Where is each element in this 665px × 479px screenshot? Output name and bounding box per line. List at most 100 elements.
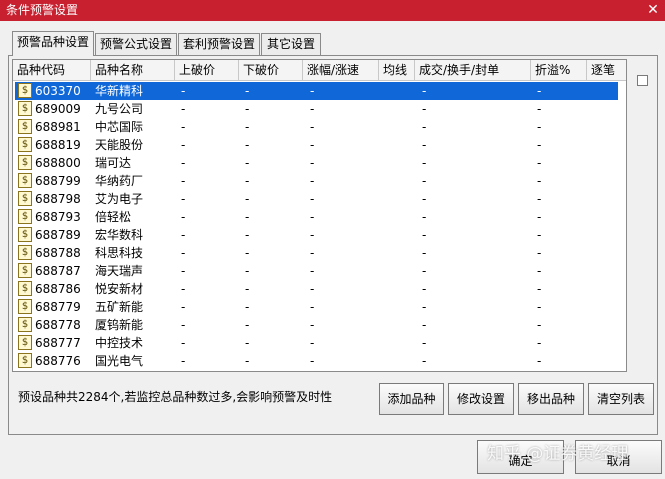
cell-change: - bbox=[310, 120, 315, 134]
table-row[interactable]: $688800 瑞可达 - - - - - bbox=[13, 154, 626, 172]
cell-lower-break: - bbox=[245, 138, 250, 152]
cell-premium: - bbox=[537, 228, 542, 242]
tab-symbol-settings[interactable]: 预警品种设置 bbox=[12, 31, 94, 56]
cell-change: - bbox=[310, 264, 315, 278]
cell-code: 688799 bbox=[35, 174, 81, 188]
table-row[interactable]: $688788 科思科技 - - - - - bbox=[13, 244, 626, 262]
stock-icon: $ bbox=[18, 299, 32, 314]
table-row[interactable]: $603370 华新精科 - - - - - bbox=[15, 82, 618, 100]
cell-turnover: - bbox=[422, 282, 427, 296]
column-header-name[interactable]: 品种名称 bbox=[91, 60, 175, 81]
column-header-turnover[interactable]: 成交/换手/封单 bbox=[415, 60, 531, 81]
table-row[interactable]: $688819 天能股份 - - - - - bbox=[13, 136, 626, 154]
stock-icon: $ bbox=[18, 209, 32, 224]
table-row[interactable]: $688793 倍轻松 - - - - - bbox=[13, 208, 626, 226]
cell-lower-break: - bbox=[245, 156, 250, 170]
table-row[interactable]: $688776 国光电气 - - - - - bbox=[13, 352, 626, 370]
cell-change: - bbox=[310, 300, 315, 314]
cell-lower-break: - bbox=[245, 354, 250, 368]
table-row[interactable]: $688778 厦钨新能 - - - - - bbox=[13, 316, 626, 334]
cell-change: - bbox=[310, 318, 315, 332]
table-row[interactable]: $688798 艾为电子 - - - - - bbox=[13, 190, 626, 208]
column-header-upper-break[interactable]: 上破价 bbox=[175, 60, 239, 81]
column-header-code[interactable]: 品种代码 bbox=[13, 60, 91, 81]
cell-code: 688779 bbox=[35, 300, 81, 314]
table-row[interactable]: $688777 中控技术 - - - - - bbox=[13, 334, 626, 352]
modify-settings-button[interactable]: 修改设置 bbox=[448, 383, 514, 415]
cell-turnover: - bbox=[422, 174, 427, 188]
cell-lower-break: - bbox=[245, 120, 250, 134]
column-header-change[interactable]: 涨幅/涨速 bbox=[303, 60, 379, 81]
cell-turnover: - bbox=[422, 228, 427, 242]
close-icon[interactable]: ✕ bbox=[644, 2, 662, 19]
cell-premium: - bbox=[537, 354, 542, 368]
cell-upper-break: - bbox=[181, 138, 186, 152]
cell-lower-break: - bbox=[245, 336, 250, 350]
stock-icon: $ bbox=[18, 245, 32, 260]
cell-change: - bbox=[310, 84, 315, 98]
column-header-ma[interactable]: 均线 bbox=[379, 60, 415, 81]
cell-change: - bbox=[310, 354, 315, 368]
stock-icon: $ bbox=[18, 227, 32, 242]
cell-name: 华纳药厂 bbox=[95, 174, 144, 188]
stock-icon: $ bbox=[18, 281, 32, 296]
table-row[interactable]: $689009 九号公司 - - - - - bbox=[13, 100, 626, 118]
stock-icon: $ bbox=[18, 137, 32, 152]
tab-arbitrage-settings[interactable]: 套利预警设置 bbox=[178, 33, 260, 55]
cell-name: 中控技术 bbox=[95, 336, 144, 350]
cell-name: 倍轻松 bbox=[95, 210, 132, 224]
cell-upper-break: - bbox=[181, 120, 186, 134]
status-text: 预设品种共2284个,若监控总品种数过多,会影响预警及时性 bbox=[18, 390, 333, 404]
cell-change: - bbox=[310, 192, 315, 206]
cell-name: 九号公司 bbox=[95, 102, 144, 116]
cell-premium: - bbox=[537, 192, 542, 206]
cell-lower-break: - bbox=[245, 192, 250, 206]
add-symbol-button[interactable]: 添加品种 bbox=[379, 383, 444, 415]
cell-name: 华新精科 bbox=[95, 84, 144, 98]
cell-turnover: - bbox=[422, 210, 427, 224]
scroll-box-icon[interactable] bbox=[637, 75, 648, 86]
cell-upper-break: - bbox=[181, 264, 186, 278]
cell-turnover: - bbox=[422, 84, 427, 98]
column-header-premium[interactable]: 折溢% bbox=[531, 60, 587, 81]
table-row[interactable]: $688779 五矿新能 - - - - - bbox=[13, 298, 626, 316]
table-row[interactable]: $688787 海天瑞声 - - - - - bbox=[13, 262, 626, 280]
watermark: 知乎 @证券黄经理 bbox=[487, 444, 629, 464]
table-row[interactable]: $688786 悦安新材 - - - - - bbox=[13, 280, 626, 298]
cell-premium: - bbox=[537, 318, 542, 332]
cell-upper-break: - bbox=[181, 300, 186, 314]
table-row[interactable]: $688981 中芯国际 - - - - - bbox=[13, 118, 626, 136]
list-scroll-area[interactable] bbox=[627, 59, 653, 372]
column-header-lower-break[interactable]: 下破价 bbox=[239, 60, 303, 81]
table-row[interactable]: $688799 华纳药厂 - - - - - bbox=[13, 172, 626, 190]
cell-change: - bbox=[310, 156, 315, 170]
stock-icon: $ bbox=[18, 317, 32, 332]
cell-lower-break: - bbox=[245, 318, 250, 332]
clear-list-button[interactable]: 清空列表 bbox=[588, 383, 654, 415]
table-row[interactable]: $688789 宏华数科 - - - - - bbox=[13, 226, 626, 244]
tab-formula-settings[interactable]: 预警公式设置 bbox=[95, 33, 177, 55]
cell-upper-break: - bbox=[181, 336, 186, 350]
cell-upper-break: - bbox=[181, 228, 186, 242]
title-bar: 条件预警设置 ✕ bbox=[0, 0, 665, 21]
column-header-tick[interactable]: 逐笔 bbox=[587, 60, 626, 81]
cell-name: 海天瑞声 bbox=[95, 264, 144, 278]
cell-premium: - bbox=[537, 282, 542, 296]
cell-code: 688789 bbox=[35, 228, 81, 242]
remove-symbol-button[interactable]: 移出品种 bbox=[518, 383, 584, 415]
cell-code: 688787 bbox=[35, 264, 81, 278]
cell-name: 宏华数科 bbox=[95, 228, 144, 242]
cell-name: 中芯国际 bbox=[95, 120, 144, 134]
cell-premium: - bbox=[537, 138, 542, 152]
cell-upper-break: - bbox=[181, 354, 186, 368]
list-rows: $603370 华新精科 - - - - - $689009 九号公司 - - - - - $688981 中… bbox=[13, 82, 626, 370]
symbol-list[interactable]: 品种代码 品种名称 上破价 下破价 涨幅/涨速 均线 成交/换手/封单 折溢% … bbox=[12, 59, 627, 372]
cell-lower-break: - bbox=[245, 174, 250, 188]
cell-change: - bbox=[310, 210, 315, 224]
cell-premium: - bbox=[537, 336, 542, 350]
stock-icon: $ bbox=[18, 335, 32, 350]
stock-icon: $ bbox=[18, 101, 32, 116]
cell-code: 688778 bbox=[35, 318, 81, 332]
tab-other-settings[interactable]: 其它设置 bbox=[261, 33, 321, 55]
cell-turnover: - bbox=[422, 246, 427, 260]
